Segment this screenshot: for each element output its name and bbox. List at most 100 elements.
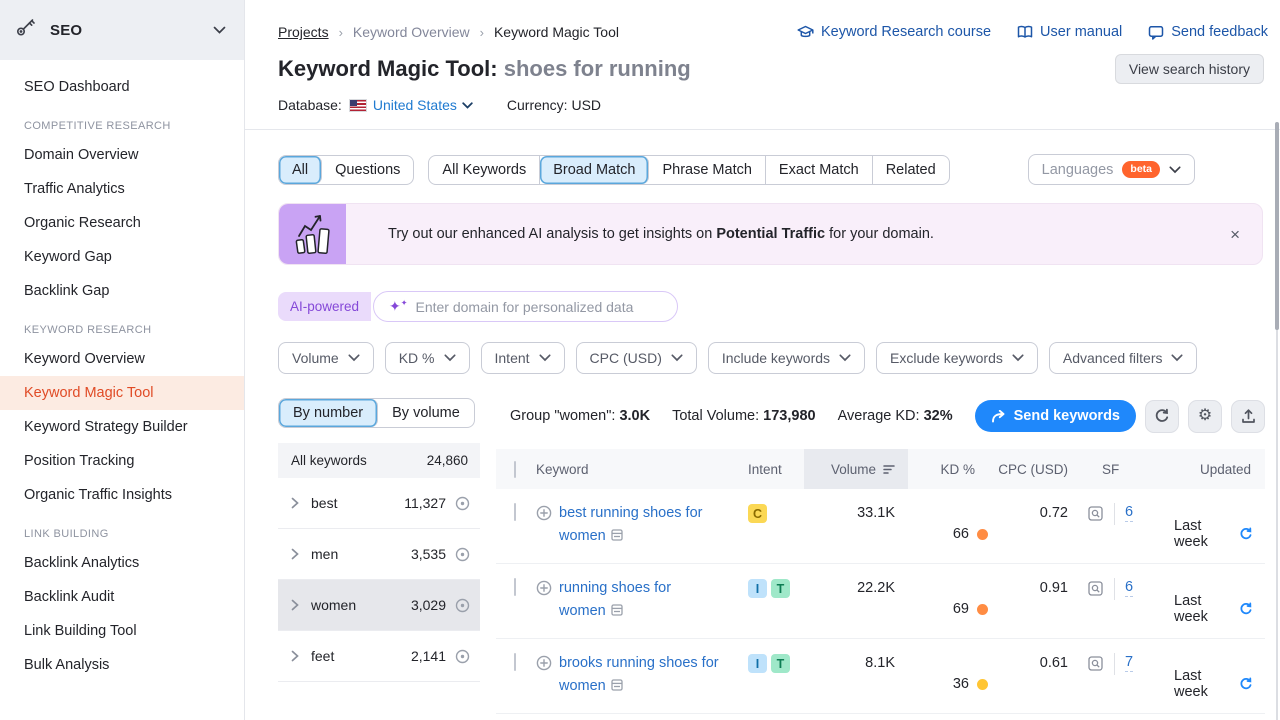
chevron-right-icon[interactable]: [291, 650, 299, 662]
chevron-right-icon[interactable]: [291, 548, 299, 560]
sidebar-item-seo-dashboard[interactable]: SEO Dashboard: [0, 70, 244, 104]
keyword-research-course-link[interactable]: Keyword Research course: [797, 24, 991, 40]
refresh-row-icon[interactable]: [1239, 602, 1253, 616]
refresh-button[interactable]: [1145, 400, 1179, 433]
filter-include-keywords[interactable]: Include keywords: [708, 342, 865, 374]
group-row-women[interactable]: women3,029: [278, 580, 480, 631]
column-keyword[interactable]: Keyword: [536, 462, 748, 477]
column-cpc[interactable]: CPC (USD): [996, 462, 1076, 477]
cpc-value: 0.72: [996, 489, 1076, 563]
filter-advanced-filters[interactable]: Advanced filters: [1049, 342, 1198, 374]
domain-input[interactable]: [415, 299, 662, 315]
select-all-checkbox[interactable]: [514, 461, 516, 478]
tab-all-keywords[interactable]: All Keywords: [429, 156, 540, 184]
gear-icon[interactable]: ⚙: [1188, 400, 1222, 433]
scrollbar-thumb[interactable]: [1275, 122, 1279, 330]
breadcrumb-projects[interactable]: Projects: [278, 24, 329, 40]
sidebar-item-backlink-audit[interactable]: Backlink Audit: [0, 580, 244, 614]
export-button[interactable]: [1231, 400, 1265, 433]
sidebar-item-keyword-gap[interactable]: Keyword Gap: [0, 240, 244, 274]
sidebar-item-traffic-analytics[interactable]: Traffic Analytics: [0, 172, 244, 206]
tab-questions[interactable]: Questions: [322, 156, 413, 184]
tab-phrase-match[interactable]: Phrase Match: [649, 156, 765, 184]
breadcrumb-current: Keyword Magic Tool: [494, 24, 619, 40]
domain-input-wrapper[interactable]: ✦✦: [373, 291, 678, 322]
chevron-right-icon[interactable]: [291, 599, 299, 611]
filter-cpc-usd[interactable]: CPC (USD): [576, 342, 697, 374]
sidebar-item-backlink-analytics[interactable]: Backlink Analytics: [0, 546, 244, 580]
row-checkbox[interactable]: [514, 503, 516, 521]
toggle-by-volume[interactable]: By volume: [378, 399, 474, 427]
keyword-link[interactable]: brooks running shoes forwomen: [559, 655, 719, 694]
chevron-right-icon[interactable]: [291, 497, 299, 509]
sf-count[interactable]: 6: [1125, 504, 1133, 522]
serp-features-icon[interactable]: [1088, 656, 1103, 675]
eye-icon[interactable]: [455, 598, 470, 613]
sf-count[interactable]: 7: [1125, 654, 1133, 672]
filter-volume[interactable]: Volume: [278, 342, 374, 374]
view-search-history-button[interactable]: View search history: [1115, 54, 1264, 84]
add-keyword-icon[interactable]: [536, 655, 552, 713]
send-keywords-button[interactable]: Send keywords: [975, 400, 1136, 432]
refresh-row-icon[interactable]: [1239, 527, 1253, 541]
refresh-row-icon[interactable]: [1239, 677, 1253, 691]
tab-exact-match[interactable]: Exact Match: [766, 156, 873, 184]
group-row-men[interactable]: men3,535: [278, 529, 480, 580]
eye-icon[interactable]: [455, 649, 470, 664]
updated-value: Last week: [1174, 668, 1233, 700]
sf-count[interactable]: 6: [1125, 579, 1133, 597]
sidebar-seo-header[interactable]: SEO: [0, 0, 244, 60]
add-keyword-icon[interactable]: [536, 505, 552, 563]
filter-kd[interactable]: KD %: [385, 342, 470, 374]
chevron-down-icon[interactable]: [213, 21, 226, 39]
tab-related[interactable]: Related: [873, 156, 949, 184]
languages-dropdown[interactable]: Languages beta: [1028, 154, 1195, 185]
serp-page-icon[interactable]: [611, 604, 623, 620]
tab-broad-match[interactable]: Broad Match: [540, 156, 649, 184]
serp-features-icon[interactable]: [1088, 581, 1103, 600]
all-keywords-row[interactable]: All keywords 24,860: [278, 443, 480, 478]
user-manual-link[interactable]: User manual: [1017, 24, 1122, 40]
group-row-best[interactable]: best11,327: [278, 478, 480, 529]
toggle-by-number[interactable]: By number: [279, 399, 378, 427]
sidebar-item-position-tracking[interactable]: Position Tracking: [0, 444, 244, 478]
sidebar-item-bulk-analysis[interactable]: Bulk Analysis: [0, 648, 244, 682]
row-checkbox[interactable]: [514, 578, 516, 596]
sidebar-item-link-building-tool[interactable]: Link Building Tool: [0, 614, 244, 648]
sidebar-item-organic-research[interactable]: Organic Research: [0, 206, 244, 240]
sidebar-title: SEO: [50, 22, 213, 39]
sidebar-item-keyword-strategy-builder[interactable]: Keyword Strategy Builder: [0, 410, 244, 444]
chevron-down-icon: [1169, 166, 1181, 174]
column-volume[interactable]: Volume: [804, 449, 908, 489]
sidebar-item-domain-overview[interactable]: Domain Overview: [0, 138, 244, 172]
column-updated[interactable]: Updated: [1174, 462, 1265, 477]
close-icon[interactable]: ×: [1230, 226, 1240, 243]
column-intent[interactable]: Intent: [748, 462, 804, 477]
serp-page-icon[interactable]: [611, 679, 623, 695]
row-checkbox[interactable]: [514, 653, 516, 671]
serp-features-icon[interactable]: [1088, 506, 1103, 525]
graduation-cap-icon: [797, 25, 814, 40]
volume-value: 8.1K: [804, 639, 908, 713]
all-keywords-count: 24,860: [427, 453, 468, 468]
filter-intent[interactable]: Intent: [481, 342, 565, 374]
eye-icon[interactable]: [455, 547, 470, 562]
kd-number: 36: [953, 676, 969, 692]
tab-all[interactable]: All: [279, 156, 322, 184]
sidebar-item-keyword-overview[interactable]: Keyword Overview: [0, 342, 244, 376]
column-sf[interactable]: SF: [1076, 462, 1174, 477]
serp-page-icon[interactable]: [611, 529, 623, 545]
filter-exclude-keywords[interactable]: Exclude keywords: [876, 342, 1038, 374]
column-kd[interactable]: KD %: [908, 462, 996, 477]
database-selector[interactable]: United States: [373, 97, 473, 113]
sidebar-item-backlink-gap[interactable]: Backlink Gap: [0, 274, 244, 308]
keyword-link[interactable]: best running shoes forwomen: [559, 505, 702, 544]
sidebar-item-organic-traffic-insights[interactable]: Organic Traffic Insights: [0, 478, 244, 512]
eye-icon[interactable]: [455, 496, 470, 511]
add-keyword-icon[interactable]: [536, 580, 552, 638]
group-row-feet[interactable]: feet2,141: [278, 631, 480, 682]
breadcrumb-keyword-overview[interactable]: Keyword Overview: [353, 24, 470, 40]
keyword-line1: brooks running shoes for: [559, 655, 719, 671]
send-feedback-link[interactable]: Send feedback: [1148, 24, 1268, 40]
sidebar-item-keyword-magic-tool[interactable]: Keyword Magic Tool: [0, 376, 244, 410]
